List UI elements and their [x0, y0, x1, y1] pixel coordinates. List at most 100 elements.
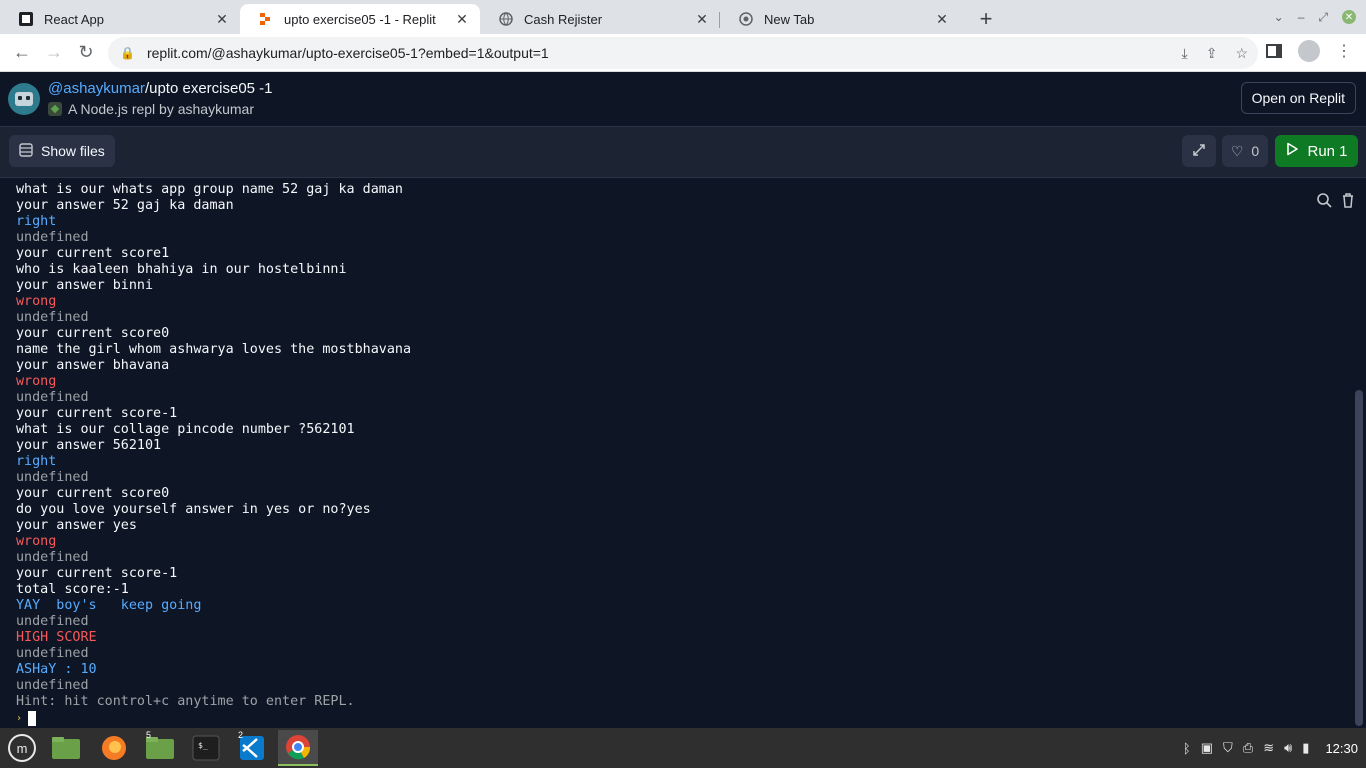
console-line: your current score0: [16, 326, 170, 341]
console-line: right: [16, 214, 57, 229]
restore-icon[interactable]: ⤢: [1318, 10, 1328, 25]
repl-subtitle: A Node.js repl by ashaykumar: [48, 101, 254, 117]
expand-button[interactable]: [1182, 135, 1216, 167]
tab-react-app[interactable]: React App ✕: [0, 4, 240, 34]
clipboard-icon[interactable]: ▣: [1201, 740, 1213, 756]
run-button[interactable]: Run 1: [1275, 135, 1358, 167]
clock[interactable]: 12:30: [1325, 741, 1358, 756]
repl-title: @ashaykumar/upto exercise05 -1: [48, 80, 273, 97]
repl-header: @ashaykumar/upto exercise05 -1 A Node.js…: [0, 72, 1366, 127]
open-on-replit-button[interactable]: Open on Replit: [1240, 82, 1356, 114]
tab-title: New Tab: [764, 11, 815, 27]
console-line: who is kaaleen bhahiya in our hostelbinn…: [16, 262, 347, 277]
console-line: your current score-1: [16, 406, 178, 421]
console-line: HIGH SCORE: [16, 630, 97, 645]
console-line: Hint: hit control+c anytime to enter REP…: [16, 694, 355, 709]
repl-user-link[interactable]: @ashaykumar: [48, 80, 145, 97]
console-line: your answer 562101: [16, 438, 162, 453]
volume-icon[interactable]: 🔊︎: [1284, 740, 1292, 756]
console-line: wrong: [16, 294, 57, 309]
battery-icon[interactable]: ▮: [1302, 740, 1309, 756]
console-line: your answer yes: [16, 518, 137, 533]
console-line: your answer bhavana: [16, 358, 170, 373]
chevron-down-icon[interactable]: ⌄: [1274, 10, 1284, 24]
console-line: undefined: [16, 230, 89, 245]
firefox-icon[interactable]: [94, 730, 134, 766]
play-icon: [1285, 142, 1299, 160]
console-line: wrong: [16, 534, 57, 549]
terminal-icon[interactable]: $_: [186, 730, 226, 766]
browser-tab-bar: React App ✕ upto exercise05 -1 - Replit …: [0, 0, 1366, 34]
tab-replit[interactable]: upto exercise05 -1 - Replit ✕: [240, 4, 480, 34]
repl-name: upto exercise05 -1: [149, 80, 273, 97]
files-icon[interactable]: [46, 730, 86, 766]
back-icon[interactable]: ←: [6, 37, 38, 69]
console-prompt[interactable]: ›: [16, 711, 37, 726]
shield-icon[interactable]: ⛉: [1223, 740, 1233, 756]
trash-icon[interactable]: [1340, 192, 1356, 212]
text-cursor: [28, 711, 37, 726]
globe-icon: [498, 11, 514, 27]
like-button[interactable]: ♡ 0: [1222, 135, 1268, 167]
console-line: undefined: [16, 550, 89, 565]
run-label: Run 1: [1307, 142, 1348, 160]
new-tab-button[interactable]: +: [972, 4, 1000, 34]
star-icon[interactable]: ☆: [1235, 45, 1248, 62]
console-line: name the girl whom ashwarya loves the mo…: [16, 342, 412, 357]
forward-icon[interactable]: →: [38, 37, 70, 69]
console-line: right: [16, 454, 57, 469]
menu-icon[interactable]: ⋮: [1336, 41, 1352, 61]
tab-new-tab[interactable]: New Tab ✕: [720, 4, 960, 34]
profile-icon[interactable]: [1298, 40, 1320, 62]
search-icon[interactable]: [1316, 192, 1332, 212]
console-line: undefined: [16, 310, 89, 325]
side-panel-icon[interactable]: [1266, 44, 1282, 58]
console-line: undefined: [16, 390, 89, 405]
like-count: 0: [1251, 143, 1260, 159]
replit-icon: [258, 11, 274, 27]
install-icon[interactable]: ⤓: [1182, 45, 1188, 62]
console-output[interactable]: what is our whats app group name 52 gaj …: [0, 178, 1366, 728]
chrome-taskbar-icon[interactable]: [278, 730, 318, 766]
url-text: replit.com/@ashaykumar/upto-exercise05-1…: [146, 45, 549, 61]
wifi-icon[interactable]: ≋: [1263, 740, 1274, 756]
repl-avatar[interactable]: [8, 83, 40, 115]
console-line: YAY boy's keep going: [16, 598, 202, 613]
os-taskbar: m 5 $_ 2 ᛒ ▣ ⛉ ⎙ ≋ 🔊︎ ▮ 12:30: [0, 728, 1366, 768]
mint-menu-icon[interactable]: m: [2, 730, 42, 766]
console-line: undefined: [16, 470, 89, 485]
console-line: ASHaY : 10: [16, 662, 97, 677]
repl-toolbar: Show files ♡ 0 Run 1: [0, 127, 1366, 178]
share-icon[interactable]: ⇪: [1206, 45, 1218, 62]
console-line: do you love yourself answer in yes or no…: [16, 502, 371, 517]
console-line: wrong: [16, 374, 57, 389]
heart-icon: ♡: [1230, 142, 1244, 159]
minimize-icon[interactable]: –: [1298, 10, 1305, 24]
system-tray: ᛒ ▣ ⛉ ⎙ ≋ 🔊︎ ▮ 12:30: [1183, 728, 1358, 768]
folder-badge: 5: [146, 730, 152, 740]
console-line: undefined: [16, 678, 89, 693]
tab-title: Cash Rejister: [524, 11, 603, 27]
printer-icon[interactable]: ⎙: [1243, 740, 1253, 756]
console-scrollbar[interactable]: [1355, 390, 1363, 726]
close-window-icon[interactable]: ✕: [1342, 10, 1356, 24]
vscode-icon[interactable]: 2: [232, 730, 272, 766]
show-files-label: Show files: [41, 143, 105, 159]
close-icon[interactable]: ✕: [454, 11, 470, 28]
show-files-button[interactable]: Show files: [9, 135, 115, 167]
url-field[interactable]: 🔒 replit.com/@ashaykumar/upto-exercise05…: [108, 37, 1258, 69]
tab-cash-rejister[interactable]: Cash Rejister ✕: [480, 4, 720, 34]
close-icon[interactable]: ✕: [694, 11, 710, 28]
tab-title: upto exercise05 -1 - Replit: [284, 11, 436, 27]
close-icon[interactable]: ✕: [934, 11, 950, 28]
folder-icon[interactable]: 5: [140, 730, 180, 766]
console-line: your current score1: [16, 246, 170, 261]
reload-icon[interactable]: ↻: [70, 37, 102, 69]
repl-subtitle-text: A Node.js repl by ashaykumar: [68, 101, 254, 117]
console-lines: what is our whats app group name 52 gaj …: [16, 182, 411, 710]
window-controls: ⌄ – ⤢ ✕: [1274, 0, 1366, 34]
console-line: your current score-1: [16, 566, 178, 581]
close-icon[interactable]: ✕: [214, 11, 230, 28]
console-line: what is our collage pincode number ?5621…: [16, 422, 355, 437]
bluetooth-icon[interactable]: ᛒ: [1183, 741, 1191, 756]
